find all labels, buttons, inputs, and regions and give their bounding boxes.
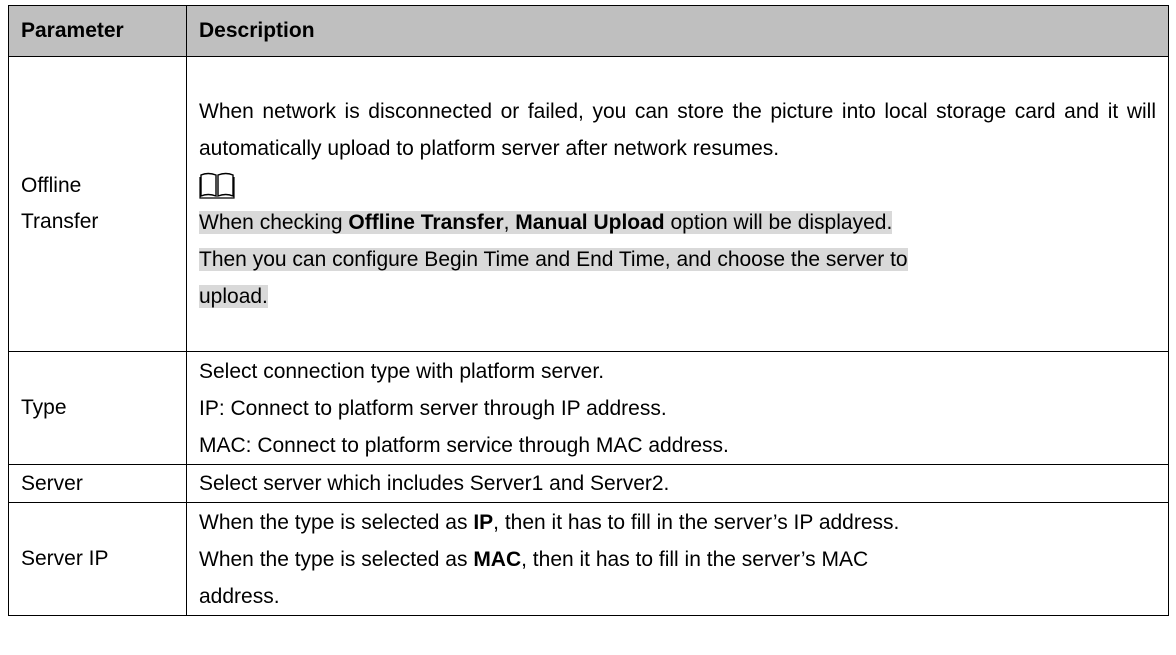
table-row-server-ip: Server IP When the type is selected as I… (8, 502, 1169, 616)
header-parameter: Parameter (8, 5, 187, 57)
param-desc-server: Select server which includes Server1 and… (186, 464, 1169, 503)
bold-ip: IP (473, 510, 494, 534)
desc-text: , then it has to fill in the server’s IP… (493, 510, 900, 534)
param-name-line: Transfer (21, 210, 99, 233)
desc-text: , then it has to fill in the server’s MA… (521, 547, 869, 571)
type-desc-line: IP: Connect to platform server through I… (199, 396, 667, 420)
param-desc-server-ip: When the type is selected as IP, then it… (186, 502, 1169, 616)
bold-mac: MAC (473, 547, 522, 571)
server-ip-line-3: address. (199, 584, 280, 608)
param-desc-offline-transfer: When network is disconnected or failed, … (186, 56, 1169, 352)
server-ip-line-1: When the type is selected as IP, then it… (199, 504, 1156, 541)
note-line-3: upload. (199, 278, 1156, 315)
type-desc-line: Select connection type with platform ser… (199, 359, 605, 383)
param-desc-type: Select connection type with platform ser… (186, 351, 1169, 465)
type-desc-line: MAC: Connect to platform service through… (199, 433, 729, 457)
param-name-server: Server (8, 464, 187, 503)
table-row-offline-transfer: Offline Transfer When network is disconn… (8, 56, 1169, 352)
table-row-server: Server Select server which includes Serv… (8, 464, 1169, 503)
param-name-server-ip: Server IP (8, 502, 187, 616)
note-text: , (503, 211, 516, 234)
param-name-type: Type (8, 351, 187, 465)
note-line-2: Then you can configure Begin Time and En… (199, 241, 1156, 278)
table-header-row: Parameter Description (8, 5, 1169, 57)
note-bold-manual-upload: Manual Upload (515, 211, 665, 234)
note-line-1: When checking Offline Transfer, Manual U… (199, 204, 1156, 241)
desc-text: When the type is selected as (199, 547, 474, 571)
param-name-line: Offline (21, 174, 82, 197)
server-ip-line-2: When the type is selected as MAC, then i… (199, 541, 1156, 578)
desc-text: When the type is selected as (199, 510, 474, 534)
note-bold-offline-transfer: Offline Transfer (348, 211, 504, 234)
header-description: Description (186, 5, 1169, 57)
parameter-table: Parameter Description Offline Transfer W… (8, 5, 1169, 616)
offline-description-text: When network is disconnected or failed, … (199, 100, 1156, 160)
note-text: option will be displayed. (664, 211, 893, 234)
note-text: When checking (199, 211, 349, 234)
note-text: Then you can configure Begin Time and En… (199, 248, 908, 271)
note-text: upload. (199, 285, 268, 308)
param-name-offline-transfer: Offline Transfer (8, 56, 187, 352)
book-note-icon (199, 167, 1156, 204)
table-row-type: Type Select connection type with platfor… (8, 351, 1169, 465)
